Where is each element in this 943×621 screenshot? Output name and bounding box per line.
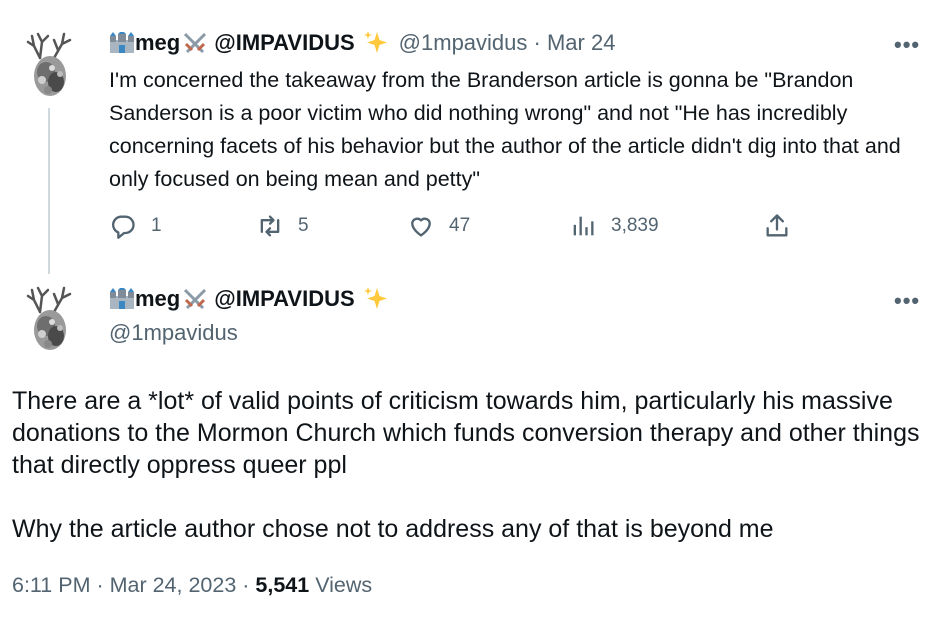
views-chart-icon [573,216,594,236]
more-options-icon[interactable]: ••• [894,288,920,314]
share-button[interactable] [763,212,791,240]
retweet-count: 5 [298,215,309,236]
display-name[interactable]: meg [135,30,180,56]
views-button[interactable]: 3,839 [569,212,659,240]
sparkles-emoji-icon [363,286,389,312]
views-count: 3,839 [611,215,659,236]
tweet-paragraph-2: Why the article author chose not to addr… [12,515,774,543]
reply-icon [112,215,135,239]
display-username[interactable]: @IMPAVIDUS [214,286,354,312]
tweet-timestamp-row: 6:11 PM · Mar 24, 2023 · 5,541 Views [12,573,372,598]
tweet-actions: 1 5 47 3,839 [109,212,809,246]
like-button[interactable]: 47 [407,212,470,240]
tweet-date[interactable]: Mar 24 [547,30,615,56]
views-count[interactable]: 5,541 [255,573,309,597]
sparkles-emoji-icon [363,30,389,56]
castle-emoji-icon [109,288,135,310]
heart-icon [411,217,431,237]
tweet-full-date[interactable]: Mar 24, 2023 [110,573,237,597]
separator: · [527,30,547,55]
separator: · [90,573,110,597]
tweet-1-header: meg @IMPAVIDUS @1mpavidus · Mar 24 [109,30,615,56]
thread-connector-line [48,108,50,274]
retweet-icon [260,215,280,237]
display-name[interactable]: meg [135,286,180,312]
handle[interactable]: @1mpavidus [399,30,528,56]
reply-button[interactable]: 1 [109,212,162,240]
crossed-swords-emoji-icon [182,31,208,55]
avatar[interactable] [18,282,80,354]
tweet-text: I'm concerned the takeaway from the Bran… [109,68,901,191]
share-icon [766,214,788,237]
tweet-text: There are a *lot* of valid points of cri… [12,385,932,545]
reply-count: 1 [151,215,162,236]
crossed-swords-emoji-icon [182,287,208,311]
separator: · [236,573,256,597]
more-options-icon[interactable]: ••• [894,32,920,58]
tweet-paragraph-1: There are a *lot* of valid points of cri… [12,387,920,479]
handle[interactable]: @1mpavidus [109,320,238,346]
like-count: 47 [449,215,471,236]
tweet-2-header: meg @IMPAVIDUS [109,286,389,312]
retweet-button[interactable]: 5 [256,212,309,240]
views-label: Views [309,573,373,597]
tweet-time[interactable]: 6:11 PM [12,573,90,597]
castle-emoji-icon [109,32,135,54]
display-username[interactable]: @IMPAVIDUS [214,30,354,56]
avatar[interactable] [18,28,80,100]
